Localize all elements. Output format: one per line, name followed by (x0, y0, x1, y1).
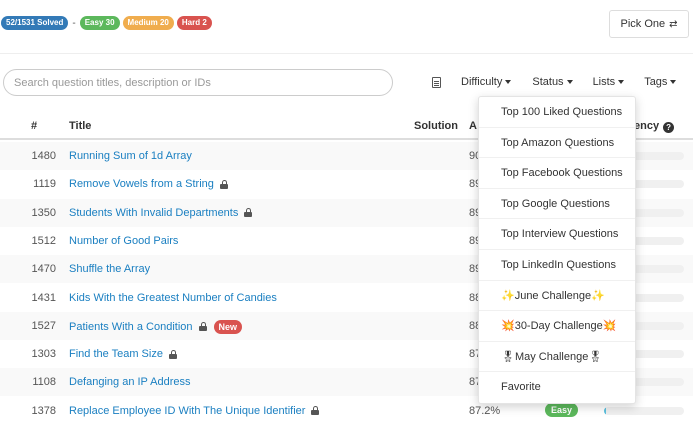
header-solution[interactable]: Solution (414, 120, 458, 132)
menu-item-favorite[interactable]: Favorite (479, 372, 635, 403)
new-badge: New (213, 319, 243, 334)
solved-badge: 52/1531 Solved (1, 16, 69, 30)
search-input[interactable] (3, 69, 393, 96)
menu-item-may-challenge[interactable]: 🎖May Challenge🎖 (479, 342, 635, 373)
problem-title-text: Number of Good Pairs (69, 234, 179, 247)
unlock-icon (219, 179, 229, 189)
menu-item-top-interview[interactable]: Top Interview Questions (479, 219, 635, 250)
status-filter-label: Status (532, 76, 564, 88)
tags-filter-label: Tags (644, 76, 668, 88)
header-title[interactable]: Title (69, 120, 91, 132)
lists-filter[interactable]: Lists (593, 76, 625, 88)
problem-title-text: Patients With a Condition (69, 320, 193, 333)
lists-dropdown-menu: Top 100 Liked Questions Top Amazon Quest… (478, 96, 636, 404)
problem-id: 1119 (33, 178, 56, 191)
problem-title-link[interactable]: Defanging an IP Address (69, 376, 191, 388)
problem-id: 1480 (31, 150, 56, 162)
problem-title-text: Find the Team Size (69, 348, 163, 361)
problem-title-text: Remove Vowels from a String (69, 178, 214, 191)
lists-filter-label: Lists (592, 76, 616, 88)
tags-filter[interactable]: Tags (644, 76, 677, 88)
notes-icon[interactable] (432, 76, 441, 88)
problem-id: 1470 (31, 263, 56, 276)
problem-id: 1303 (31, 348, 56, 361)
unlock-icon (244, 208, 253, 218)
menu-item-top-100-liked[interactable]: Top 100 Liked Questions (479, 97, 635, 128)
acceptance-rate: 87.2% (469, 404, 501, 417)
caret-down-icon (618, 80, 625, 84)
problem-title-text: Kids With the Greatest Number of Candies (69, 291, 277, 304)
progress-badges: 52/1531 Solved - Easy 30 Medium 20 Hard … (1, 16, 212, 30)
filter-bar: Difficulty Status Lists Tags (432, 76, 677, 88)
pick-one-label: Pick One (620, 18, 666, 30)
problem-id: 1378 (31, 404, 56, 417)
caret-down-icon (505, 80, 512, 84)
header-frequency-label: ency (634, 120, 660, 132)
caret-down-icon (670, 80, 677, 84)
problem-title-link[interactable]: Patients With a Condition New (69, 319, 243, 334)
problem-title-link[interactable]: Find the Team Size (69, 348, 178, 360)
pick-one-button[interactable]: Pick One ⇄ (609, 10, 689, 38)
menu-item-top-amazon[interactable]: Top Amazon Questions (479, 128, 635, 159)
difficulty-badge: Easy (545, 402, 579, 417)
frequency-bar (604, 406, 684, 415)
problem-title-text: Replace Employee ID With The Unique Iden… (69, 404, 306, 417)
status-filter[interactable]: Status (532, 76, 573, 88)
menu-item-top-linkedin[interactable]: Top LinkedIn Questions (479, 250, 635, 281)
problem-title-text: Students With Invalid Departments (69, 206, 239, 219)
header-frequency[interactable]: ency? (634, 120, 675, 133)
difficulty-filter-label: Difficulty (461, 76, 503, 88)
problem-id: 1512 (31, 234, 56, 247)
easy-count-badge: Easy 30 (79, 16, 120, 30)
frequency-bar-fill (604, 406, 607, 415)
unlock-icon (311, 406, 320, 416)
badge-separator: - (72, 17, 76, 29)
unlock-icon (168, 349, 178, 359)
unlock-icon (198, 322, 208, 332)
header-id[interactable]: # (31, 120, 37, 132)
header-acceptance[interactable]: A (469, 120, 477, 132)
shuffle-icon: ⇄ (669, 18, 678, 30)
problem-title-link[interactable]: Kids With the Greatest Number of Candies (69, 292, 277, 304)
problem-id: 1350 (31, 206, 56, 219)
problem-title-link[interactable]: Shuffle the Array (69, 263, 150, 275)
menu-item-top-google[interactable]: Top Google Questions (479, 189, 635, 220)
problem-id: 1108 (32, 376, 56, 389)
difficulty-filter[interactable]: Difficulty (461, 76, 512, 88)
problem-title-link[interactable]: Students With Invalid Departments (69, 207, 253, 219)
menu-item-30-day-challenge[interactable]: 💥30-Day Challenge💥 (479, 311, 635, 342)
problem-title-link[interactable]: Replace Employee ID With The Unique Iden… (69, 405, 320, 417)
medium-count-badge: Medium 20 (122, 16, 174, 30)
problem-title-link[interactable]: Running Sum of 1d Array (69, 150, 192, 162)
problem-title-text: Running Sum of 1d Array (69, 150, 192, 162)
problem-title-link[interactable]: Number of Good Pairs (69, 235, 178, 247)
top-bar: 52/1531 Solved - Easy 30 Medium 20 Hard … (0, 0, 693, 48)
problem-title-text: Defanging an IP Address (69, 376, 191, 389)
menu-item-top-facebook[interactable]: Top Facebook Questions (479, 158, 635, 189)
problem-title-link[interactable]: Remove Vowels from a String (69, 178, 229, 190)
menu-item-june-challenge[interactable]: ✨June Challenge✨ (479, 281, 635, 312)
header-divider (0, 53, 693, 54)
problem-id: 1527 (31, 319, 56, 332)
help-icon[interactable]: ? (663, 122, 675, 133)
caret-down-icon (566, 80, 573, 84)
problem-id: 1431 (31, 291, 56, 304)
problem-title-text: Shuffle the Array (69, 263, 151, 276)
hard-count-badge: Hard 2 (176, 16, 212, 30)
